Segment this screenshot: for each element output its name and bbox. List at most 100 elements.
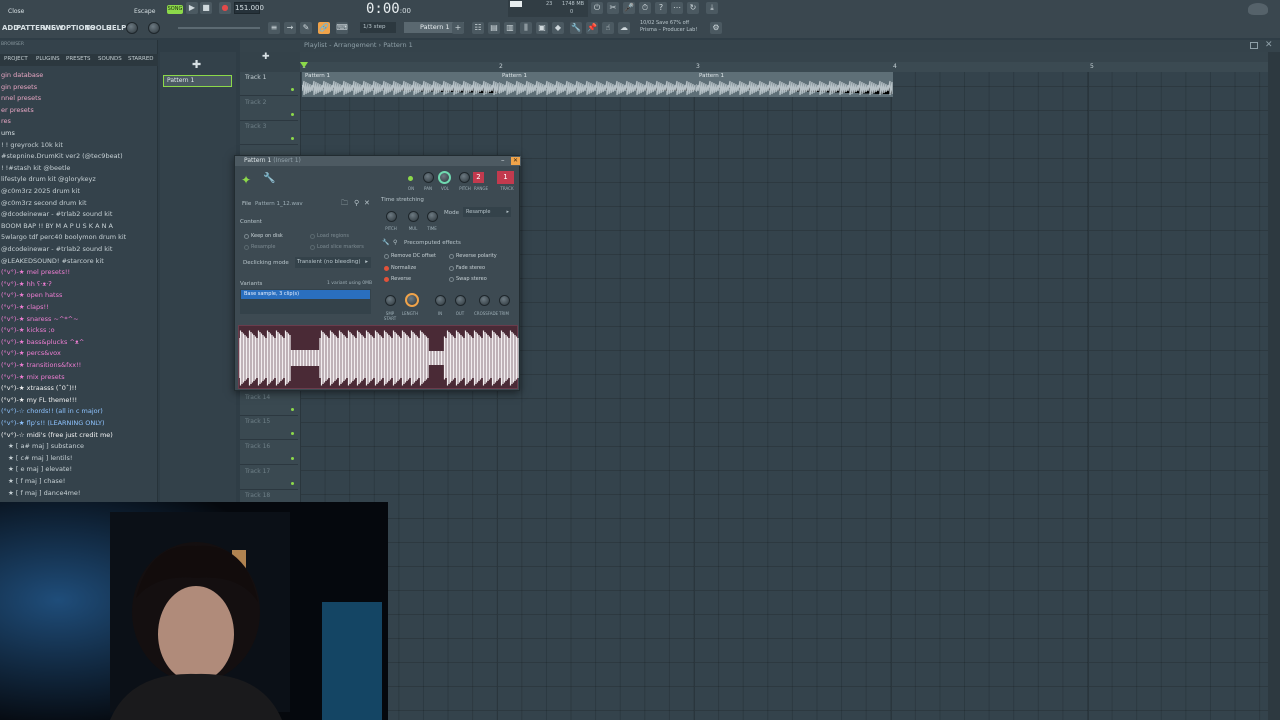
browser-item[interactable]: (°v°)-★ bass&plucks ^ᴥ^ xyxy=(0,337,158,348)
track-header[interactable]: Track 3 xyxy=(240,121,298,146)
effect-toggle[interactable] xyxy=(384,254,389,259)
picker-add-icon[interactable]: ✚ xyxy=(192,58,201,71)
browser-item[interactable]: (°v°)-★ xtraasss (ˆ0ˆ)!! xyxy=(0,383,158,394)
browser-item[interactable]: gin presets xyxy=(0,82,158,93)
variant-item[interactable]: Base sample, 3 clip(s) xyxy=(241,290,370,299)
audio-clip[interactable]: Pattern 1 xyxy=(696,72,893,97)
track-led[interactable] xyxy=(291,137,294,141)
playhead-marker[interactable] xyxy=(300,62,308,68)
mode-select[interactable]: Resample ▸ xyxy=(463,207,511,217)
track-led[interactable] xyxy=(291,481,294,485)
window-minimize-button[interactable]: – xyxy=(501,156,505,164)
wrench-settings-icon[interactable]: 🔧 xyxy=(263,173,275,184)
resample-radio[interactable] xyxy=(244,245,249,250)
escape-label[interactable]: Escape xyxy=(134,8,155,15)
wrench-effects-icon[interactable]: 🔧 xyxy=(382,239,389,246)
help-icon[interactable]: ? xyxy=(655,2,667,14)
browser-item[interactable]: (°v°)-★ mix presets xyxy=(0,372,158,383)
track-led[interactable] xyxy=(291,112,294,116)
add-track-icon[interactable]: ✚ xyxy=(262,52,270,62)
pat-song-toggle[interactable]: SONG xyxy=(167,5,183,14)
pattern-add-icon[interactable]: + xyxy=(452,22,464,34)
audio-clip-window[interactable]: Pattern 1 (Insert 1) ✕ – ✦ 🔧 2 1 ON PAN VO… xyxy=(234,155,521,391)
browser-item[interactable]: er presets xyxy=(0,105,158,116)
touch-icon[interactable]: ☝ xyxy=(602,22,614,34)
load-slice-radio[interactable] xyxy=(310,245,315,250)
window-close-button[interactable]: ✕ xyxy=(511,157,520,165)
browser-item[interactable]: (°v°)-★ percs&vox xyxy=(0,348,158,359)
browser-item[interactable]: gin database xyxy=(0,70,158,81)
playlist-icon[interactable]: ≡ xyxy=(268,22,280,34)
browser-item[interactable]: (°v°)-☆ chords!! (all in c major) xyxy=(0,406,158,417)
wrench-icon[interactable]: 🔧 xyxy=(570,22,582,34)
browser-item[interactable]: ! !#stash kit @beetle xyxy=(0,163,158,174)
tab-sounds[interactable]: SOUNDS xyxy=(98,56,122,62)
volume-knob[interactable] xyxy=(438,171,451,184)
loop-icon[interactable]: ↻ xyxy=(687,2,699,14)
mic-icon[interactable]: 🎤 xyxy=(623,2,635,14)
sample-knob[interactable] xyxy=(405,293,419,307)
browser-icon[interactable]: ▣ xyxy=(536,22,548,34)
track-led[interactable] xyxy=(291,407,294,411)
channel-rack-icon[interactable]: ▥ xyxy=(504,22,516,34)
ts-pitch-knob[interactable] xyxy=(386,211,397,222)
browser-item[interactable]: @dcodeinewar - #trlab2 sound kit xyxy=(0,244,158,255)
close-label[interactable]: Close xyxy=(8,8,24,15)
browser-item[interactable]: @c0m3rz 2025 drum kit xyxy=(0,186,158,197)
browser-item[interactable]: @c0m3rz second drum kit xyxy=(0,198,158,209)
song-time-display[interactable]: 0:00:00 xyxy=(366,1,414,17)
sample-knob[interactable] xyxy=(385,295,396,306)
effect-label[interactable]: Fade stereo xyxy=(456,265,485,271)
on-led[interactable] xyxy=(408,176,413,181)
declicking-select[interactable]: Transient (no bleeding) ▸ xyxy=(295,257,371,268)
ts-mul-knob[interactable] xyxy=(408,211,419,222)
load-slice-label[interactable]: Load slice markers xyxy=(317,244,364,250)
typing-keyboard-icon[interactable]: ⌨ xyxy=(336,22,348,34)
download-icon[interactable]: ⤓ xyxy=(706,2,718,14)
tab-presets[interactable]: PRESETS xyxy=(66,56,90,62)
browser-item[interactable]: ums xyxy=(0,128,158,139)
track-box[interactable]: 1 xyxy=(497,171,514,184)
effect-toggle[interactable] xyxy=(384,277,389,282)
effect-label[interactable]: Swap stereo xyxy=(456,276,487,282)
sample-knob[interactable] xyxy=(435,295,446,306)
mixer-icon[interactable]: ☷ xyxy=(472,22,484,34)
browser-item[interactable]: (°v°)-★ hh ʕ·ᴥ·ʔ xyxy=(0,279,158,290)
browser-item[interactable]: ★ [ e maj ] elevate! xyxy=(0,464,158,475)
browser-item[interactable]: res xyxy=(0,116,158,127)
sample-knob[interactable] xyxy=(499,295,510,306)
browser-item[interactable]: ★ [ c# maj ] lentils! xyxy=(0,453,158,464)
window-close-icon[interactable]: ✕ xyxy=(1265,40,1273,50)
tab-project[interactable]: PROJECT xyxy=(4,56,28,62)
load-regions-label[interactable]: Load regions xyxy=(317,233,349,239)
tempo-display[interactable]: 151.000 xyxy=(234,2,264,14)
track-header[interactable]: Track 16 xyxy=(240,441,298,465)
resample-label[interactable]: Resample xyxy=(251,244,276,250)
browser-item[interactable]: #stepnine.DrumKit ver2 (@tec9beat) xyxy=(0,151,158,162)
track-header[interactable]: Track 1 xyxy=(240,72,298,96)
play-button[interactable]: ▶ xyxy=(186,2,198,14)
effect-label[interactable]: Normalize xyxy=(391,265,416,271)
folder-icon[interactable]: 🗀 xyxy=(341,199,348,210)
metronome-icon[interactable]: ⏱ xyxy=(639,2,651,14)
window-maximize-icon[interactable] xyxy=(1250,42,1258,49)
effect-label[interactable]: Reverse xyxy=(391,276,411,282)
browser-item[interactable]: ★ [ f maj ] dance4me! xyxy=(0,488,158,499)
track-led[interactable] xyxy=(291,88,294,91)
range-box[interactable]: 2 xyxy=(473,172,484,183)
plugin-icon[interactable]: ◆ xyxy=(552,22,564,34)
browser-item[interactable]: (°v°)-★ open hatss xyxy=(0,290,158,301)
effect-toggle[interactable] xyxy=(449,265,454,271)
browser-item[interactable]: lifestyle drum kit @glorykeyz xyxy=(0,174,158,185)
master-pitch-knob[interactable] xyxy=(148,22,160,34)
track-header[interactable]: Track 17 xyxy=(240,466,298,490)
tab-plugins[interactable]: PLUGINS xyxy=(36,56,60,62)
ts-time-knob[interactable] xyxy=(427,211,438,222)
effect-toggle[interactable] xyxy=(384,265,389,271)
browser-item[interactable]: @LEAKEDSOUND! #starcore kit xyxy=(0,256,158,267)
browser-item[interactable]: nnel presets xyxy=(0,93,158,104)
arrow-right-icon[interactable]: → xyxy=(284,22,296,34)
waveform-display[interactable] xyxy=(238,325,519,389)
browser-item[interactable]: 5wlargo tdf perc40 boolymon drum kit xyxy=(0,232,158,243)
effect-label[interactable]: Remove DC offset xyxy=(391,253,436,259)
